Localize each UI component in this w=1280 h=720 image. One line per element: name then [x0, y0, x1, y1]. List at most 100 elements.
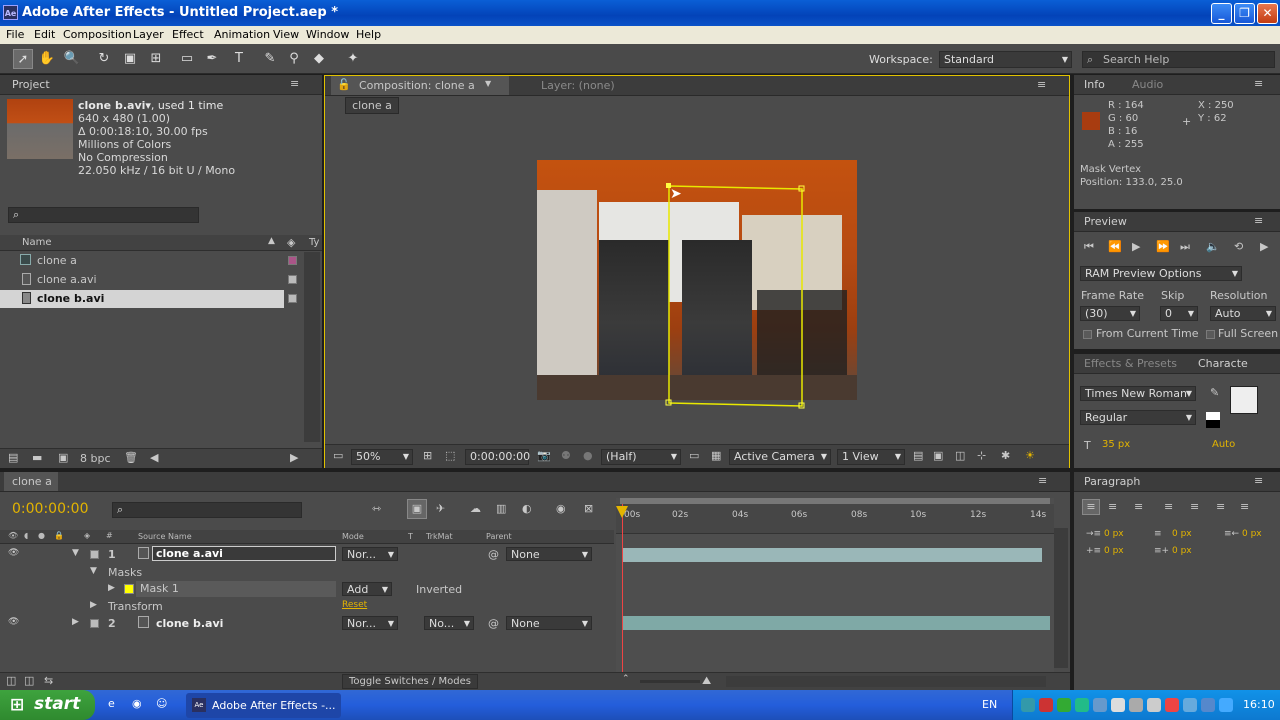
lock-icon[interactable]: 🔓	[337, 78, 351, 91]
project-tab[interactable]: Project	[12, 78, 50, 91]
tray-icon[interactable]	[1057, 698, 1071, 712]
pick-whip-icon[interactable]: @	[488, 617, 499, 630]
layer-mode-select[interactable]: Nor... ▼	[342, 616, 398, 630]
zoom-out-icon[interactable]: ⌃	[622, 674, 630, 684]
brush-tool-icon[interactable]: ✎	[260, 49, 280, 69]
layer-name[interactable]: clone b.avi	[156, 617, 223, 630]
region-of-interest-icon[interactable]: ▭	[689, 449, 699, 462]
justify-left-icon[interactable]: ≡	[1164, 500, 1173, 513]
justify-all-icon[interactable]: ≡	[1240, 500, 1249, 513]
mask-row[interactable]: ▶ Mask 1 Add ▼ Inverted	[0, 581, 614, 598]
panel-menu-icon[interactable]: ≡	[1254, 77, 1263, 90]
timeline-graph[interactable]: 00s 02s 04s 06s 08s 10s 12s 14s	[616, 498, 1054, 684]
toggle-pixel-aspect-icon[interactable]: ▤	[913, 449, 923, 462]
pick-whip-icon[interactable]: @	[488, 548, 499, 561]
minimize-button[interactable]: _	[1211, 3, 1232, 24]
justify-center-icon[interactable]: ≡	[1190, 500, 1199, 513]
previous-frame-icon[interactable]: ⏪	[1108, 240, 1122, 253]
magnification-select[interactable]: 50% ▼	[351, 449, 413, 465]
zoom-slider[interactable]	[640, 680, 700, 683]
transparency-grid-icon[interactable]: ▦	[711, 449, 721, 462]
snapshot-icon[interactable]: 📷	[537, 449, 551, 462]
project-scrollbar[interactable]	[304, 252, 320, 442]
align-left-icon[interactable]: ≡	[1082, 499, 1100, 515]
masks-group-row[interactable]: ▼ Masks	[0, 564, 614, 581]
comp-breadcrumb[interactable]: clone a	[345, 97, 399, 114]
type-column-header[interactable]: Ty	[309, 237, 319, 248]
camera-select[interactable]: Active Camera ▼	[729, 449, 831, 465]
puppet-tool-icon[interactable]: ✦	[343, 49, 363, 69]
layer-row[interactable]: 👁 ▼ 1 clone a.avi Nor... ▼ @ None ▼	[0, 546, 614, 563]
audio-icon[interactable]: 🔈	[1206, 240, 1220, 253]
full-screen-checkbox[interactable]	[1206, 330, 1215, 339]
paragraph-tab[interactable]: Paragraph	[1084, 475, 1140, 488]
loop-icon[interactable]: ⟲	[1234, 240, 1243, 253]
ram-preview-icon[interactable]: ▶	[1260, 240, 1268, 253]
play-icon[interactable]: ▶	[1132, 240, 1140, 253]
motion-blur-icon[interactable]: ◐	[522, 502, 532, 515]
expand-arrow-icon[interactable]: ▶	[72, 617, 79, 627]
rotation-tool-icon[interactable]: ↻	[94, 49, 114, 69]
tray-icon[interactable]	[1201, 698, 1215, 712]
pen-tool-icon[interactable]: ✒	[202, 49, 222, 69]
skip-select[interactable]: 0 ▼	[1160, 306, 1198, 321]
frame-blending-icon[interactable]: ▥	[496, 502, 506, 515]
resolution-preview-select[interactable]: Auto ▼	[1210, 306, 1276, 321]
mode-header[interactable]: Mode	[342, 532, 364, 541]
ram-preview-select[interactable]: RAM Preview Options ▼	[1080, 266, 1242, 281]
eyedropper-icon[interactable]: ✎	[1210, 386, 1219, 399]
from-current-checkbox[interactable]	[1083, 330, 1092, 339]
panel-menu-icon[interactable]: ≡	[1254, 214, 1263, 227]
space-after-value[interactable]: 0 px	[1172, 546, 1192, 556]
tray-icon[interactable]	[1021, 698, 1035, 712]
inverted-checkbox[interactable]	[402, 585, 411, 594]
white-color-icon[interactable]	[1206, 412, 1220, 420]
resolution-select[interactable]: (Half) ▼	[601, 449, 681, 465]
firefox-icon[interactable]: ◉	[132, 697, 142, 710]
tray-icon[interactable]	[1039, 698, 1053, 712]
timeline-tab[interactable]: clone a	[4, 472, 58, 491]
solo-switch-icon[interactable]: ●	[38, 531, 45, 540]
current-time-indicator[interactable]	[622, 504, 623, 684]
preview-tab[interactable]: Preview	[1084, 215, 1127, 228]
label-color-swatch[interactable]	[288, 294, 297, 303]
black-color-icon[interactable]	[1206, 420, 1220, 428]
fill-color-swatch[interactable]	[1230, 386, 1258, 414]
ie-icon[interactable]: e	[108, 697, 115, 710]
zoom-in-icon[interactable]: ⛰	[702, 674, 711, 688]
trkmat-header[interactable]: TrkMat	[426, 532, 453, 541]
zoom-tool-icon[interactable]: 🔍	[62, 49, 82, 69]
frame-rate-select[interactable]: (30) ▼	[1080, 306, 1140, 321]
layer-mode-select[interactable]: Nor... ▼	[342, 547, 398, 561]
live-update-icon[interactable]: ▣	[407, 499, 427, 519]
timeline-icon[interactable]: ◫	[955, 449, 965, 462]
justify-right-icon[interactable]: ≡	[1216, 500, 1225, 513]
eye-icon[interactable]: 👁	[8, 548, 19, 558]
pan-behind-tool-icon[interactable]: ⊞	[146, 49, 166, 69]
t-header[interactable]: T	[408, 532, 413, 541]
layer-name-field[interactable]: clone a.avi	[152, 546, 336, 561]
tray-icon[interactable]	[1129, 698, 1143, 712]
safe-zones-icon[interactable]: ⊞	[423, 449, 432, 462]
panel-menu-icon[interactable]: ≡	[1254, 474, 1263, 487]
indent-first-value[interactable]: 0 px	[1172, 529, 1192, 539]
menu-layer[interactable]: Layer	[133, 28, 164, 41]
tray-icon[interactable]	[1183, 698, 1197, 712]
taskbar-app-button[interactable]: Ae Adobe After Effects -...	[186, 693, 341, 718]
expand-time-stretch-icon[interactable]: ⇆	[44, 674, 53, 687]
color-channel-icon[interactable]: ●	[583, 449, 593, 462]
language-indicator[interactable]: EN	[982, 698, 997, 711]
name-column-header[interactable]: Name	[22, 237, 52, 248]
parent-select[interactable]: None ▼	[506, 616, 592, 630]
mask-path[interactable]	[665, 180, 805, 412]
collapse-arrow-icon[interactable]: ▼	[90, 566, 97, 576]
menu-window[interactable]: Window	[306, 28, 349, 41]
reset-exposure-icon[interactable]: ✱	[1001, 449, 1010, 462]
bpc-label[interactable]: 8 bpc	[80, 452, 111, 465]
current-time-display[interactable]: 0:00:00:00	[12, 501, 89, 517]
transform-row[interactable]: ▶ Transform Reset	[0, 598, 614, 615]
draft-3d-icon[interactable]: ✈	[436, 502, 445, 515]
panel-menu-icon[interactable]: ≡	[1038, 474, 1047, 487]
align-center-icon[interactable]: ≡	[1108, 500, 1117, 513]
exposure-icon[interactable]: ☀	[1025, 449, 1035, 462]
